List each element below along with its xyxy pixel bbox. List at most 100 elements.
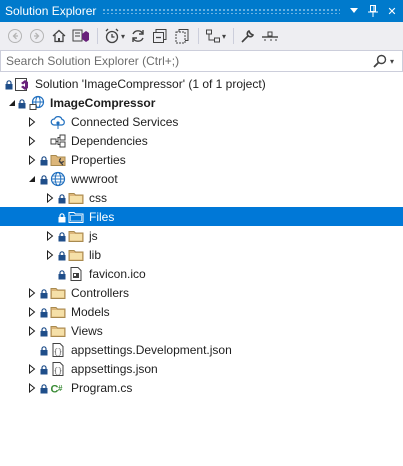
tree-item-label: Files (89, 209, 115, 224)
window-position-dropdown-icon[interactable] (346, 3, 362, 19)
collapsed-arrow-icon[interactable] (27, 154, 37, 165)
tree-item-label: appsettings.Development.json (71, 342, 232, 357)
title-grip[interactable] (102, 8, 340, 14)
solution-tree: Solution 'ImageCompressor' (1 of 1 proje… (0, 74, 403, 397)
back-icon[interactable] (5, 26, 25, 46)
tree-item-js[interactable]: js (0, 226, 403, 245)
settings-icon[interactable] (260, 26, 280, 46)
tree-item-label: css (89, 190, 107, 205)
lock-icon (58, 231, 66, 241)
folder-icon (50, 323, 66, 339)
folder-icon (68, 228, 84, 244)
tree-item-label: js (89, 228, 98, 243)
tree-item-program-cs[interactable]: C # Program.cs (0, 378, 403, 397)
collapsed-arrow-icon[interactable] (45, 249, 55, 260)
forward-icon[interactable] (27, 26, 47, 46)
collapsed-arrow-icon[interactable] (27, 382, 37, 393)
lock-icon (40, 174, 48, 184)
web-project-icon (29, 95, 45, 111)
tree-item-dependencies[interactable]: Dependencies (0, 131, 403, 150)
home-icon[interactable] (49, 26, 69, 46)
svg-text:{}: {} (54, 368, 62, 376)
lock-icon (58, 269, 66, 279)
collapsed-arrow-icon[interactable] (45, 230, 55, 241)
solution-icon (14, 76, 30, 92)
window-title: Solution Explorer (5, 4, 97, 18)
svg-text:{}: {} (54, 349, 62, 357)
search-icon[interactable] (370, 54, 390, 68)
sync-icon[interactable] (128, 26, 148, 46)
dependencies-icon (50, 133, 66, 149)
tree-item-properties[interactable]: Properties (0, 150, 403, 169)
collapsed-arrow-icon[interactable] (27, 135, 37, 146)
properties-wrench-icon[interactable] (238, 26, 258, 46)
properties-folder-icon (50, 152, 66, 168)
tree-item-wwwroot[interactable]: wwwroot (0, 169, 403, 188)
lock-icon (40, 345, 48, 355)
expanded-arrow-icon[interactable] (7, 98, 17, 108)
tree-item-label: Dependencies (71, 133, 148, 148)
collapsed-arrow-icon[interactable] (27, 363, 37, 374)
tree-item-project[interactable]: ImageCompressor (0, 93, 403, 112)
folder-icon (68, 209, 84, 225)
tree-item-controllers[interactable]: Controllers (0, 283, 403, 302)
search-options-dropdown-icon[interactable]: ▾ (390, 57, 402, 66)
pending-changes-icon[interactable] (102, 26, 122, 46)
search-input[interactable] (1, 52, 370, 70)
lock-icon (18, 98, 26, 108)
collapsed-arrow-icon[interactable] (27, 116, 37, 127)
globe-icon (50, 171, 66, 187)
tree-item-label: favicon.ico (89, 266, 146, 281)
tree-item-label: Solution 'ImageCompressor' (1 of 1 proje… (35, 76, 266, 91)
pending-changes-dropdown-icon[interactable]: ▾ (121, 32, 125, 41)
show-all-files-icon[interactable] (172, 26, 192, 46)
connected-services-icon (50, 114, 66, 130)
tree-item-lib[interactable]: lib (0, 245, 403, 264)
pin-icon[interactable] (365, 3, 381, 19)
tree-item-appsettings[interactable]: {} appsettings.json (0, 359, 403, 378)
folder-icon (68, 190, 84, 206)
tree-item-label: lib (89, 247, 102, 262)
expanded-arrow-icon[interactable] (27, 174, 37, 184)
collapsed-arrow-icon[interactable] (27, 325, 37, 336)
tree-item-label: Models (71, 304, 110, 319)
toolbar-separator (97, 28, 98, 44)
tree-item-connected-services[interactable]: Connected Services (0, 112, 403, 131)
tree-item-label: ImageCompressor (50, 95, 156, 110)
collapsed-arrow-icon[interactable] (45, 192, 55, 203)
collapsed-arrow-icon[interactable] (27, 287, 37, 298)
tree-item-label: Connected Services (71, 114, 179, 129)
lock-icon (40, 326, 48, 336)
lock-icon (40, 383, 48, 393)
lock-icon (58, 193, 66, 203)
lock-icon (58, 212, 66, 222)
preview-selected-items-icon[interactable] (203, 26, 223, 46)
switch-views-icon[interactable] (71, 26, 91, 46)
lock-icon (40, 364, 48, 374)
search-box: ▾ (0, 50, 403, 72)
collapsed-arrow-icon[interactable] (27, 306, 37, 317)
tree-item-label: Properties (71, 152, 126, 167)
tree-item-label: appsettings.json (71, 361, 158, 376)
preview-dropdown-icon[interactable]: ▾ (222, 32, 226, 41)
tree-item-label: Views (71, 323, 103, 338)
tree-item-favicon[interactable]: favicon.ico (0, 264, 403, 283)
tree-item-solution[interactable]: Solution 'ImageCompressor' (1 of 1 proje… (0, 74, 403, 93)
json-file-icon: {} (50, 342, 66, 358)
tree-item-views[interactable]: Views (0, 321, 403, 340)
lock-icon (40, 288, 48, 298)
tree-item-appsettings-development[interactable]: {} appsettings.Development.json (0, 340, 403, 359)
folder-icon (50, 304, 66, 320)
tree-item-label: wwwroot (71, 171, 118, 186)
toolbar: ▾ ▾ (0, 22, 403, 50)
tree-item-css[interactable]: css (0, 188, 403, 207)
tree-item-models[interactable]: Models (0, 302, 403, 321)
image-file-icon (68, 266, 84, 282)
lock-icon (5, 79, 13, 89)
toolbar-separator (198, 28, 200, 44)
collapse-all-icon[interactable] (150, 26, 170, 46)
lock-icon (40, 307, 48, 317)
tree-item-files[interactable]: Files (0, 207, 403, 226)
lock-icon (40, 155, 48, 165)
close-icon[interactable]: ✕ (384, 3, 400, 19)
